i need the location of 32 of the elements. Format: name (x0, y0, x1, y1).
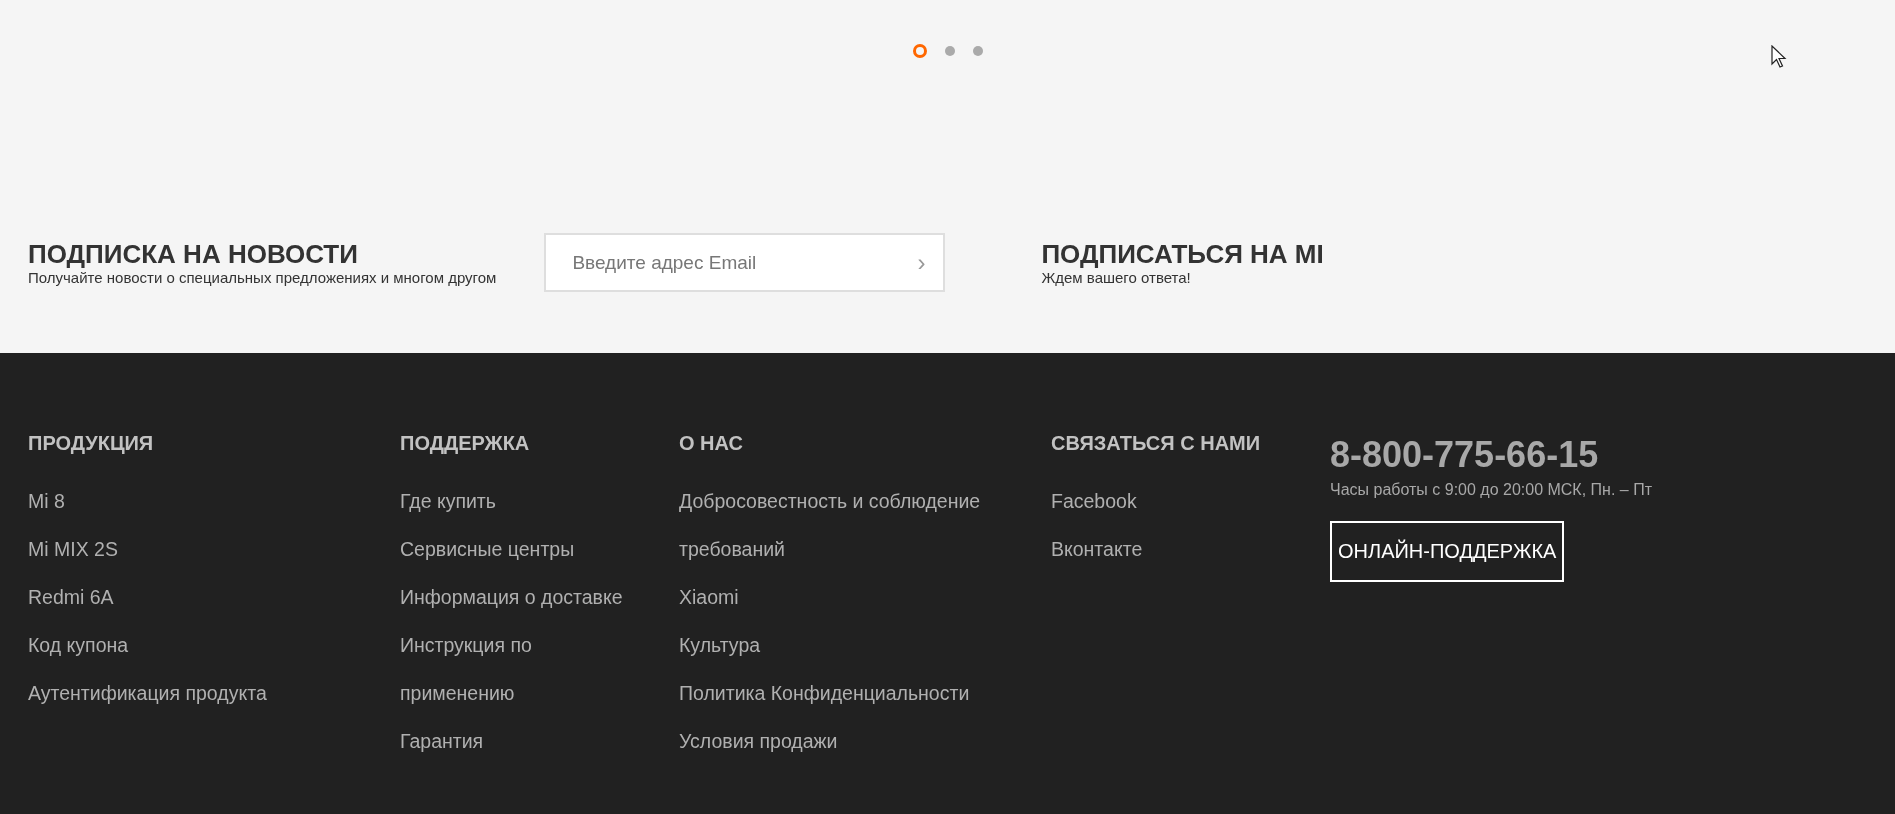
footer-link[interactable]: Mi 8 (28, 477, 65, 525)
footer-link[interactable]: Культура (679, 621, 761, 669)
footer-link[interactable]: Где купить (400, 477, 496, 525)
working-hours: Часы работы с 9:00 до 20:00 МСК, Пн. – Пт (1330, 481, 1652, 499)
follow-subtitle: Ждем вашего ответа! (1041, 269, 1192, 286)
newsletter-title: ПОДПИСКА НА НОВОСТИ (28, 239, 359, 269)
footer-link[interactable]: Facebook (1051, 477, 1137, 525)
footer-heading: ПОДДЕРЖКА (400, 431, 531, 455)
footer-link[interactable]: Сервисные центры (400, 525, 575, 573)
footer-link[interactable]: Redmi 6A (28, 573, 114, 621)
online-support-button[interactable]: ОНЛАЙН-ПОДДЕРЖКА (1330, 521, 1565, 582)
footer-link[interactable]: Вконтакте (1051, 525, 1143, 573)
footer-link[interactable]: Mi MIX 2S (28, 525, 118, 573)
footer-link[interactable]: Инструкция по применению (400, 621, 632, 717)
follow-title: ПОДПИСАТЬСЯ НА MI (1041, 239, 1324, 269)
carousel-dot[interactable] (944, 46, 955, 56)
footer-link[interactable]: Добросовестность и соблюдение требований (679, 477, 1019, 573)
footer-link[interactable]: Условия продажи (679, 717, 838, 765)
footer-link[interactable]: Аутентификация продукта (28, 669, 267, 717)
cursor-icon (1771, 45, 1787, 71)
carousel-dot[interactable] (972, 46, 983, 56)
footer-heading: ПРОДУКЦИЯ (28, 431, 155, 455)
phone-number: 8-800-775-66-15 (1330, 435, 1599, 475)
footer-link[interactable]: Гарантия (400, 717, 484, 765)
footer-link[interactable]: Xiaomi (679, 573, 739, 621)
footer-link[interactable]: Политика Конфиденциальности (679, 669, 970, 717)
footer-link[interactable]: Код купона (28, 621, 129, 669)
footer-heading: СВЯЗАТЬСЯ С НАМИ (1051, 431, 1262, 455)
footer-link[interactable]: Информация о доставке (400, 573, 623, 621)
newsletter-subtitle: Получайте новости о специальных предложениях и многом другом (28, 269, 497, 286)
footer-heading: О НАС (679, 431, 744, 455)
carousel-dot[interactable] (912, 44, 927, 58)
